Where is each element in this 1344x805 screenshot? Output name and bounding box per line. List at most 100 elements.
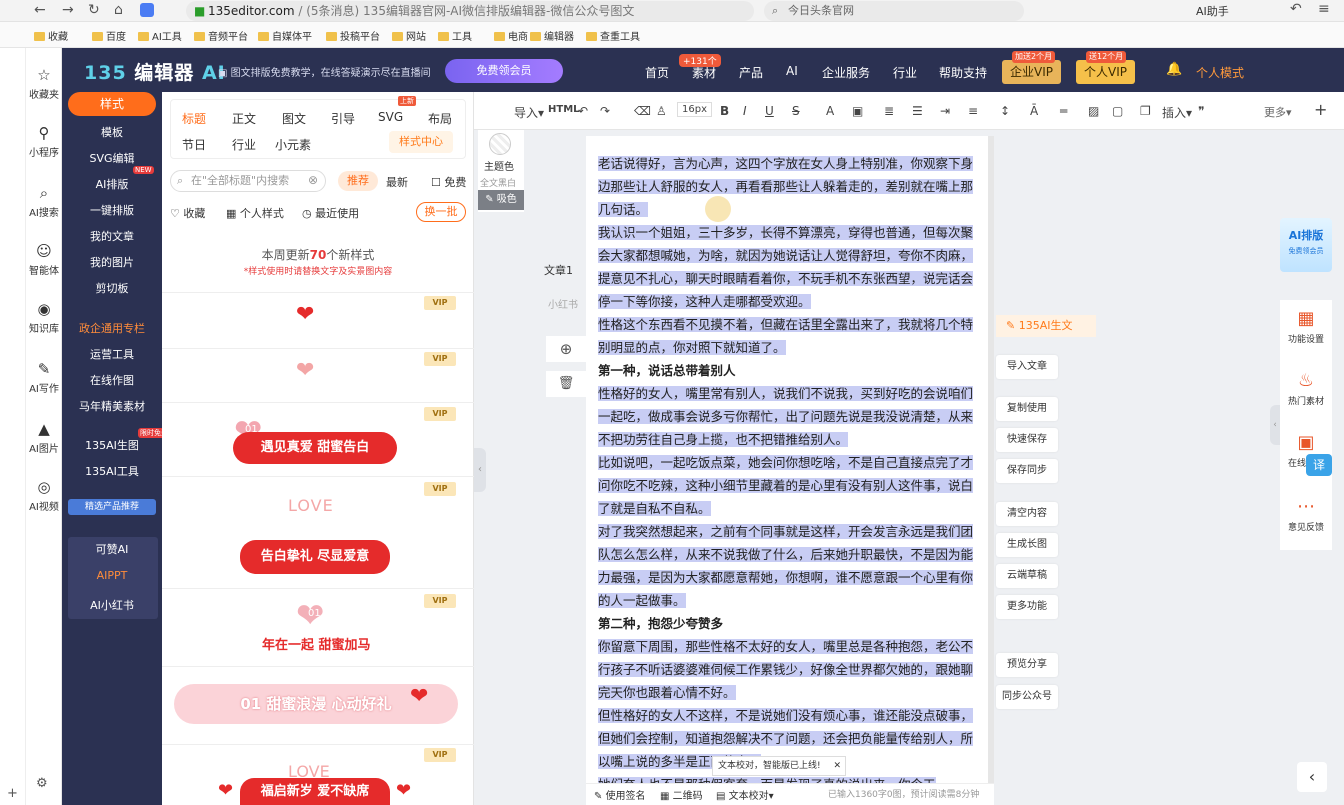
font-color-icon[interactable]: A bbox=[826, 104, 834, 118]
swap-batch-button[interactable]: 换一批 bbox=[416, 202, 466, 222]
filter-free[interactable]: ☐ 免费 bbox=[431, 174, 466, 190]
rail-item[interactable]: ▲ AI图片 bbox=[26, 420, 62, 455]
ai-layout-banner[interactable]: AI排版 免费领会员 bbox=[1280, 218, 1332, 272]
translate-button[interactable]: 译 bbox=[1306, 454, 1332, 476]
category-item[interactable]: 一键排版 bbox=[62, 202, 162, 218]
add-icon[interactable]: + bbox=[7, 786, 18, 801]
nav-industry[interactable]: 行业 bbox=[893, 64, 917, 81]
forward-icon[interactable]: → bbox=[62, 2, 74, 18]
image-icon[interactable]: ▢ bbox=[1112, 104, 1123, 118]
action-button[interactable]: 同步公众号 bbox=[996, 685, 1058, 709]
bookmark-item[interactable]: AI工具 bbox=[138, 28, 182, 43]
action-button[interactable]: 清空内容 bbox=[996, 502, 1058, 526]
article-paragraph[interactable]: 性格好的女人，嘴里常有别人，说我们不说我，买到好吃的会说咱们一起吃，做成事会说多… bbox=[598, 382, 982, 451]
filter-recommend[interactable]: 推荐 bbox=[338, 171, 378, 191]
card-kezan-ai[interactable]: 可赞AI bbox=[62, 541, 162, 557]
action-button[interactable]: 保存同步 bbox=[996, 459, 1058, 483]
strike-icon[interactable]: S̶ bbox=[792, 104, 800, 118]
html-button[interactable]: HTML bbox=[548, 104, 580, 115]
tab-industry[interactable]: 行业 bbox=[232, 136, 256, 153]
rail-item[interactable]: ☺ 智能体 bbox=[26, 242, 62, 277]
card-ai-xhs[interactable]: AI小红书 bbox=[62, 597, 162, 613]
settings-icon[interactable]: ⚙ bbox=[36, 776, 48, 791]
bookmark-item[interactable]: 音频平台 bbox=[194, 28, 248, 43]
action-button[interactable]: 云端草稿 bbox=[996, 564, 1058, 588]
nav-home[interactable]: 首页 bbox=[645, 64, 669, 81]
add-icon[interactable]: + bbox=[1314, 100, 1327, 119]
recent-link[interactable]: ◷ 最近使用 bbox=[302, 205, 359, 221]
article-paragraph[interactable]: 你留意下周围，那些性格不太好的女人，嘴里总是各种抱怨，老公不行孩子不听话婆婆难伺… bbox=[598, 635, 982, 704]
category-item[interactable]: 我的文章 bbox=[62, 228, 162, 244]
article-body[interactable]: 老话说得好，言为心声，这四个字放在女人身上特别准，你观察下身边那些让人舒服的女人… bbox=[598, 152, 982, 796]
tab-festival[interactable]: 节日 bbox=[182, 136, 206, 153]
article-paragraph[interactable]: 比如说吧，一起吃饭点菜，她会问你想吃啥，不是自己直接点完了才问你吃不吃辣，这种小… bbox=[598, 451, 982, 520]
bold-icon[interactable]: B bbox=[720, 104, 729, 118]
nav-ai[interactable]: AI bbox=[786, 64, 798, 78]
menu-icon[interactable]: ≡ bbox=[1318, 1, 1330, 17]
category-item[interactable]: 135AI生图 bbox=[62, 437, 162, 453]
style-search-input[interactable]: ⌕ 在"全部标题"内搜索 bbox=[170, 170, 326, 192]
nav-enterprise[interactable]: 企业服务 bbox=[822, 64, 870, 81]
proofread-button[interactable]: ▤ 文本校对▾ bbox=[716, 787, 774, 802]
import-menu[interactable]: 导入▾ bbox=[514, 104, 544, 121]
bookmark-item[interactable]: 自媒体平 bbox=[258, 28, 312, 43]
recommend-products[interactable]: 精选产品推荐 bbox=[68, 499, 156, 515]
full-black-white[interactable]: 全文黑白 bbox=[480, 176, 516, 189]
rail-item[interactable]: ☆ 收藏夹 bbox=[26, 66, 62, 101]
enterprise-vip-button[interactable]: 加送2个月 企业VIP bbox=[1002, 51, 1061, 84]
xhs-tag[interactable]: 小红书 bbox=[548, 296, 578, 311]
category-item[interactable]: 马年精美素材 bbox=[62, 398, 162, 414]
highlight-icon[interactable]: ▣ bbox=[852, 104, 863, 118]
tab-svg[interactable]: SVG bbox=[378, 110, 403, 124]
category-item[interactable]: SVG编辑 bbox=[62, 150, 162, 166]
category-item[interactable]: 在线作图 bbox=[62, 372, 162, 388]
close-icon[interactable]: ✕ bbox=[833, 757, 841, 775]
bookmark-item[interactable]: 工具 bbox=[438, 28, 472, 43]
category-item[interactable]: AI排版 bbox=[62, 176, 162, 192]
personal-vip-button[interactable]: 送12个月 个人VIP bbox=[1076, 51, 1135, 84]
pattern-icon[interactable]: ▨ bbox=[1088, 104, 1099, 118]
fav-link[interactable]: ♡ 收藏 bbox=[170, 205, 205, 221]
category-item[interactable]: 剪切板 bbox=[62, 280, 162, 296]
tab-body[interactable]: 正文 bbox=[232, 110, 256, 127]
action-button[interactable]: 导入文章 bbox=[996, 355, 1058, 379]
format-painter-icon[interactable]: ♙ bbox=[656, 104, 667, 118]
eraser-icon[interactable]: ⌫ bbox=[634, 104, 651, 118]
theme-color-swatch[interactable] bbox=[489, 133, 511, 155]
rail-item[interactable]: ✎ AI写作 bbox=[26, 360, 62, 395]
category-item[interactable]: 运营工具 bbox=[62, 346, 162, 362]
line-height-icon[interactable]: ↕ bbox=[1000, 104, 1010, 118]
tab-guide[interactable]: 引导 bbox=[331, 110, 355, 127]
filter-latest[interactable]: 最新 bbox=[386, 174, 408, 190]
bookmark-item[interactable]: 收藏 bbox=[34, 28, 68, 43]
live-note[interactable]: ▣ 图文排版免费教学，在线答疑演示尽在直播间 bbox=[218, 64, 431, 79]
back-icon[interactable]: ← bbox=[34, 2, 46, 18]
action-button[interactable]: 更多功能 bbox=[996, 595, 1058, 619]
rail-item[interactable]: ⚲ 小程序 bbox=[26, 124, 62, 159]
bell-icon[interactable]: 🔔 bbox=[1166, 62, 1182, 77]
card-aippt[interactable]: AIPPT bbox=[62, 569, 162, 582]
tab-title[interactable]: 标题 bbox=[182, 110, 206, 127]
pick-color-button[interactable]: ✎ 吸色 bbox=[478, 190, 524, 210]
article-heading[interactable]: 第二种，抱怨少夸赞多 bbox=[598, 612, 982, 635]
bookmark-item[interactable]: 编辑器 bbox=[530, 28, 574, 43]
right-tool-item[interactable]: ♨ 热门素材 bbox=[1280, 370, 1332, 407]
address-bar[interactable]: ■ 135editor.com / (5条消息) 135编辑器官网-AI微信排版编… bbox=[186, 1, 754, 21]
undo-browser-icon[interactable]: ↶ bbox=[1290, 1, 1302, 17]
home-icon[interactable]: ⌂ bbox=[114, 2, 123, 18]
category-item[interactable]: 模板 bbox=[62, 124, 162, 140]
browser-search[interactable]: ⌕ 今日头条官网 bbox=[764, 1, 1024, 21]
action-button[interactable]: 生成长图 bbox=[996, 533, 1058, 557]
right-tool-item[interactable]: ⋯ 意见反馈 bbox=[1280, 496, 1332, 533]
style-center-button[interactable]: 样式中心 bbox=[389, 131, 453, 153]
copy-icon[interactable]: ❐ bbox=[1140, 104, 1151, 118]
personal-mode[interactable]: 个人模式 bbox=[1196, 64, 1244, 81]
paragraph-icon[interactable]: ≡ bbox=[968, 104, 978, 118]
redo-icon[interactable]: ↷ bbox=[600, 104, 610, 118]
qrcode-button[interactable]: ▦ 二维码 bbox=[660, 787, 703, 802]
bookmark-item[interactable]: 投稿平台 bbox=[326, 28, 380, 43]
rail-item[interactable]: ⌕ AI搜索 bbox=[26, 184, 62, 219]
action-button[interactable]: 预览分享 bbox=[996, 653, 1058, 677]
align-icon[interactable]: ≣ bbox=[884, 104, 894, 118]
more-menu[interactable]: 更多▾ bbox=[1264, 104, 1292, 120]
